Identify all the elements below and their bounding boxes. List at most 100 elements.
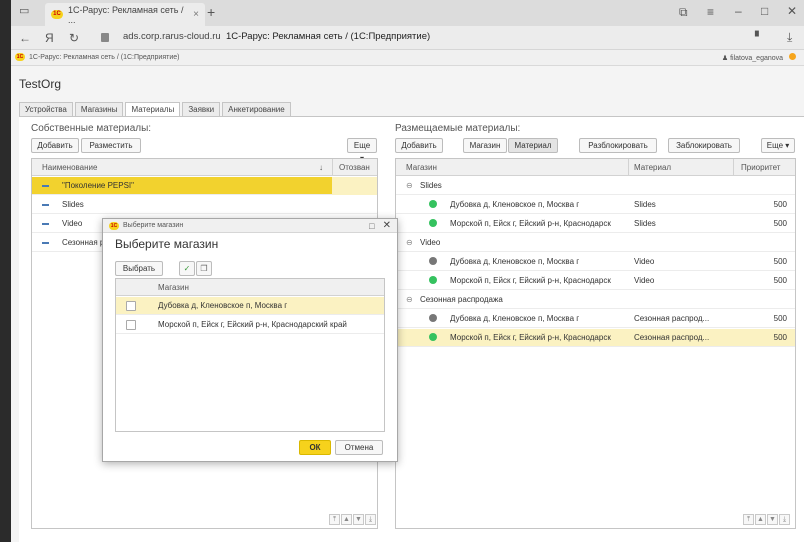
group-row[interactable]: ⊖ Slides xyxy=(396,177,795,195)
shop-cell: Дубовка д, Кленовское п, Москва г xyxy=(450,257,580,266)
col-shop[interactable]: Магазин xyxy=(406,163,437,172)
reload-icon[interactable]: ↻ xyxy=(69,32,79,44)
add-placed-button[interactable]: Добавить xyxy=(395,138,443,153)
row-name: "Поколение PEPSI" xyxy=(62,181,134,190)
bookmark-icon[interactable]: ▘ xyxy=(755,33,763,43)
new-tab-button[interactable]: + xyxy=(207,5,215,19)
browser-tab[interactable]: 1С 1С-Рарус: Рекламная сеть / ... × xyxy=(45,3,205,26)
tab-survey[interactable]: Анкетирование xyxy=(222,102,291,116)
copy-icon[interactable]: ❐ xyxy=(196,261,212,276)
download-icon[interactable]: ⤓ xyxy=(787,31,792,43)
tab-shops[interactable]: Магазины xyxy=(74,102,124,116)
table-row[interactable]: Дубовка д, Кленовское п, Москва г Slides… xyxy=(396,196,795,214)
column-divider xyxy=(332,159,333,176)
status-green-icon xyxy=(429,200,437,208)
priority-cell: 500 xyxy=(773,276,787,285)
col-priority[interactable]: Приоритет xyxy=(741,163,780,172)
first-page-icon[interactable]: ⤒ xyxy=(743,514,754,525)
collapse-icon[interactable]: ⊖ xyxy=(406,181,413,190)
column-divider xyxy=(733,159,734,176)
shop-cell: Морской п, Ейск г, Ейский р-н, Краснодар… xyxy=(450,333,611,342)
dialog-close-icon[interactable]: ✕ xyxy=(383,220,391,231)
add-button[interactable]: Добавить xyxy=(31,138,79,153)
yandex-icon[interactable]: Я xyxy=(45,32,54,44)
placed-materials-title: Размещаемые материалы: xyxy=(395,123,521,134)
table-row[interactable]: Дубовка д, Кленовское п, Москва г Сезонн… xyxy=(396,310,795,328)
maximize-icon[interactable]: □ xyxy=(761,5,768,17)
shop-name: Дубовка д, Кленовское п, Москва г xyxy=(158,301,288,310)
tab-close-icon[interactable]: × xyxy=(193,9,199,20)
minimize-icon[interactable]: – xyxy=(735,5,742,17)
col-name[interactable]: Наименование xyxy=(42,163,97,172)
close-window-icon[interactable]: ✕ xyxy=(787,5,797,17)
tab-requests[interactable]: Заявки xyxy=(182,102,221,116)
col-shop-header[interactable]: Магазин xyxy=(158,283,189,292)
dialog-maximize-icon[interactable]: □ xyxy=(369,221,374,231)
shop-name: Морской п, Ейск г, Ейский р-н, Краснодар… xyxy=(158,320,347,329)
menu-icon[interactable]: ≡ xyxy=(707,6,714,18)
priority-cell: 500 xyxy=(773,257,787,266)
select-button[interactable]: Выбрать xyxy=(115,261,163,276)
table-row[interactable]: Дубовка д, Кленовское п, Москва г Video … xyxy=(396,253,795,271)
col-material[interactable]: Материал xyxy=(634,163,671,172)
window-menu-icon[interactable]: ▭ xyxy=(19,6,29,17)
table-row[interactable]: "Поколение PEPSI" xyxy=(32,177,377,195)
table-row[interactable]: Морской п, Ейск г, Ейский р-н, Краснодар… xyxy=(396,272,795,290)
tabs-overview-icon[interactable]: ⧉ xyxy=(679,6,688,18)
shop-cell: Морской п, Ейск г, Ейский р-н, Краснодар… xyxy=(450,219,611,228)
row-checkbox[interactable] xyxy=(126,301,136,311)
tab-devices[interactable]: Устройства xyxy=(19,102,73,116)
dialog-titlebar: 1С Выберите магазин □ ✕ xyxy=(103,219,397,233)
group-row[interactable]: ⊖ Video xyxy=(396,234,795,252)
next-page-icon[interactable]: ▼ xyxy=(767,514,778,525)
prev-page-icon[interactable]: ▲ xyxy=(341,514,352,525)
dialog-logo-icon: 1С xyxy=(109,221,119,230)
org-title: TestOrg xyxy=(19,77,62,91)
table-row[interactable]: Дубовка д, Кленовское п, Москва г xyxy=(116,297,384,315)
shop-toggle-button[interactable]: Магазин xyxy=(463,138,507,153)
priority-cell: 500 xyxy=(773,200,787,209)
material-cell: Video xyxy=(634,276,655,285)
shop-cell: Морской п, Ейск г, Ейский р-н, Краснодар… xyxy=(450,276,611,285)
url-field[interactable]: ads.corp.rarus-cloud.ru 1С-Рарус: Реклам… xyxy=(123,31,430,42)
right-pager: ⤒ ▲ ▼ ⤓ xyxy=(742,514,790,525)
back-icon[interactable]: ← xyxy=(19,32,31,44)
cancel-button[interactable]: Отмена xyxy=(335,440,383,455)
group-row[interactable]: ⊖ Сезонная распродажа xyxy=(396,291,795,309)
status-gray-icon xyxy=(429,314,437,322)
row-checkbox[interactable] xyxy=(126,320,136,330)
place-button[interactable]: Разместить xyxy=(81,138,141,153)
table-row[interactable]: Морской п, Ейск г, Ейский р-н, Краснодар… xyxy=(396,329,795,347)
next-page-icon[interactable]: ▼ xyxy=(353,514,364,525)
tab-bar: ▭ 1С 1С-Рарус: Рекламная сеть / ... × + … xyxy=(11,0,804,26)
table-row[interactable]: Slides xyxy=(32,196,377,214)
user-name[interactable]: filatova_eganova xyxy=(730,55,783,62)
first-page-icon[interactable]: ⤒ xyxy=(329,514,340,525)
last-page-icon[interactable]: ⤓ xyxy=(365,514,376,525)
placed-materials-table: Магазин Материал Приоритет ⊖ Slides Дубо… xyxy=(395,158,796,529)
prev-page-icon[interactable]: ▲ xyxy=(755,514,766,525)
item-icon xyxy=(42,185,49,187)
select-shop-dialog: 1С Выберите магазин □ ✕ Выберите магазин… xyxy=(102,218,398,462)
col-revoked[interactable]: Отозван xyxy=(339,163,370,172)
more-placed-button[interactable]: Еще ▾ xyxy=(761,138,795,153)
check-all-icon[interactable]: ✓ xyxy=(179,261,195,276)
last-page-icon[interactable]: ⤓ xyxy=(779,514,790,525)
table-row[interactable]: Морской п, Ейск г, Ейский р-н, Краснодар… xyxy=(116,316,384,334)
app-logo-icon: 1С xyxy=(51,10,63,19)
unblock-button[interactable]: Разблокировать xyxy=(579,138,657,153)
item-icon xyxy=(42,242,49,244)
shop-list-header: Магазин xyxy=(116,279,384,296)
block-button[interactable]: Заблокировать xyxy=(668,138,740,153)
sort-icon[interactable]: ↓ xyxy=(319,163,323,172)
tab-materials[interactable]: Материалы xyxy=(125,102,181,117)
table-row[interactable]: Морской п, Ейск г, Ейский р-н, Краснодар… xyxy=(396,215,795,233)
placed-table-header: Магазин Материал Приоритет xyxy=(396,159,795,176)
collapse-icon[interactable]: ⊖ xyxy=(406,238,413,247)
status-green-icon xyxy=(429,333,437,341)
material-toggle-button[interactable]: Материал xyxy=(508,138,558,153)
more-button[interactable]: Еще ▾ xyxy=(347,138,377,163)
ok-button[interactable]: ОК xyxy=(299,440,331,455)
material-cell: Slides xyxy=(634,200,656,209)
collapse-icon[interactable]: ⊖ xyxy=(406,295,413,304)
